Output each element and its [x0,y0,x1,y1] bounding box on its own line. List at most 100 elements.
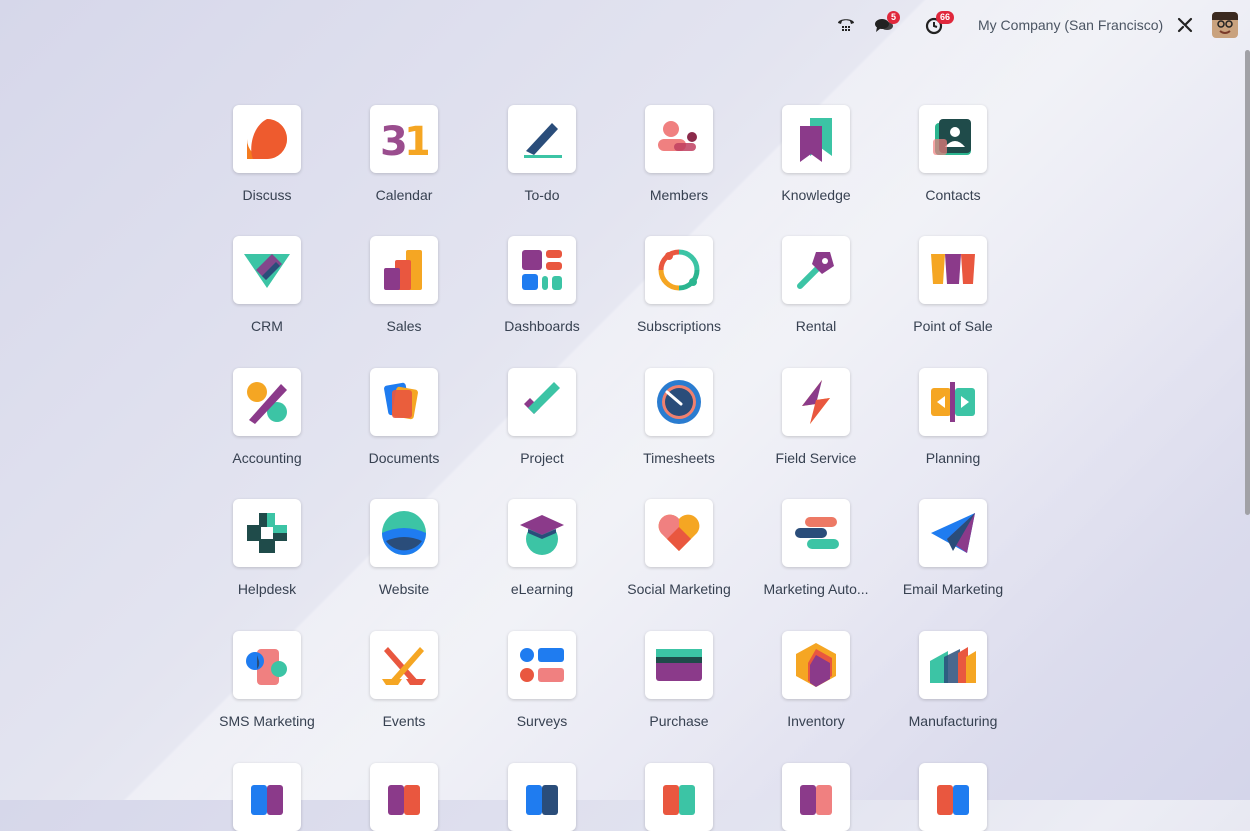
project-icon[interactable] [508,368,576,436]
app-label: Manufacturing [908,713,998,729]
app-label: Purchase [649,713,709,729]
app-label: Inventory [787,713,845,729]
app-tile-partial[interactable] [746,763,886,831]
calendar-icon[interactable]: 31 [370,105,438,173]
app-label: Timesheets [643,450,715,466]
app-label: Dashboards [504,318,580,334]
app-tile-partial[interactable] [334,763,474,831]
app-label: Discuss [242,187,292,203]
app-project[interactable]: Project [472,368,612,466]
app-documents[interactable]: Documents [334,368,474,466]
todo-icon[interactable] [508,105,576,173]
dashboards-icon[interactable] [508,236,576,304]
subscriptions-icon[interactable] [645,236,713,304]
documents-icon[interactable] [370,368,438,436]
rental-icon[interactable] [782,236,850,304]
app-social-marketing[interactable]: Social Marketing [609,499,749,597]
app-planning[interactable]: Planning [883,368,1023,466]
app-discuss[interactable]: Discuss [197,105,337,203]
planning-icon[interactable] [919,368,987,436]
app-label: Contacts [925,187,981,203]
app-tile-partial[interactable] [609,763,749,831]
app-label: Marketing Auto... [763,581,869,597]
app-marketing-automation[interactable]: Marketing Auto... [746,499,886,597]
app-label: Rental [795,318,837,334]
app-accounting[interactable]: Accounting [197,368,337,466]
app-icon-partial[interactable] [508,763,576,831]
elearning-icon[interactable] [508,499,576,567]
app-label: Email Marketing [902,581,1004,597]
app-point-of-sale[interactable]: Point of Sale [883,236,1023,334]
helpdesk-icon[interactable] [233,499,301,567]
app-label: Events [382,713,426,729]
app-label: Field Service [775,450,857,466]
contacts-icon[interactable] [919,105,987,173]
point-of-sale-icon[interactable] [919,236,987,304]
app-inventory[interactable]: Inventory [746,631,886,729]
app-calendar[interactable]: 3 1 Calendar [334,105,474,203]
field-service-icon[interactable] [782,368,850,436]
app-label: SMS Marketing [219,713,315,729]
app-label: Knowledge [781,187,851,203]
marketing-automation-icon[interactable] [782,499,850,567]
app-label: Subscriptions [636,318,722,334]
timesheets-icon[interactable] [645,368,713,436]
app-label: Point of Sale [913,318,993,334]
app-rental[interactable]: Rental [746,236,886,334]
app-label: Members [649,187,709,203]
app-field-service[interactable]: Field Service [746,368,886,466]
app-label: Website [378,581,430,597]
app-icon-partial[interactable] [233,763,301,831]
email-marketing-icon[interactable] [919,499,987,567]
app-timesheets[interactable]: Timesheets [609,368,749,466]
events-icon[interactable] [370,631,438,699]
sms-marketing-icon[interactable] [233,631,301,699]
app-sales[interactable]: Sales [334,236,474,334]
svg-text:1: 1 [404,119,428,161]
app-label: Helpdesk [237,581,297,597]
social-marketing-icon[interactable] [645,499,713,567]
app-icon-partial[interactable] [782,763,850,831]
app-label: Surveys [516,713,568,729]
app-label: Calendar [375,187,433,203]
sales-icon[interactable] [370,236,438,304]
app-contacts[interactable]: Contacts [883,105,1023,203]
app-tile-partial[interactable] [197,763,337,831]
app-subscriptions[interactable]: Subscriptions [609,236,749,334]
app-icon-partial[interactable] [919,763,987,831]
surveys-icon[interactable] [508,631,576,699]
website-icon[interactable] [370,499,438,567]
purchase-icon[interactable] [645,631,713,699]
app-label: Documents [368,450,440,466]
app-label: To-do [524,187,560,203]
manufacturing-icon[interactable] [919,631,987,699]
app-label: eLearning [510,581,574,597]
app-crm[interactable]: CRM [197,236,337,334]
app-dashboards[interactable]: Dashboards [472,236,612,334]
app-label: Planning [925,450,981,466]
app-website[interactable]: Website [334,499,474,597]
app-todo[interactable]: To-do [472,105,612,203]
members-icon[interactable] [645,105,713,173]
app-icon-partial[interactable] [370,763,438,831]
app-members[interactable]: Members [609,105,749,203]
app-sms-marketing[interactable]: SMS Marketing [197,631,337,729]
inventory-icon[interactable] [782,631,850,699]
app-icon-partial[interactable] [645,763,713,831]
crm-icon[interactable] [233,236,301,304]
page-scrollbar[interactable] [1245,50,1250,515]
discuss-icon[interactable] [233,105,301,173]
app-label: Accounting [232,450,302,466]
app-tile-partial[interactable] [472,763,612,831]
app-email-marketing[interactable]: Email Marketing [883,499,1023,597]
app-helpdesk[interactable]: Helpdesk [197,499,337,597]
app-tile-partial[interactable] [883,763,1023,831]
app-purchase[interactable]: Purchase [609,631,749,729]
app-knowledge[interactable]: Knowledge [746,105,886,203]
app-events[interactable]: Events [334,631,474,729]
knowledge-icon[interactable] [782,105,850,173]
app-elearning[interactable]: eLearning [472,499,612,597]
app-surveys[interactable]: Surveys [472,631,612,729]
accounting-icon[interactable] [233,368,301,436]
app-manufacturing[interactable]: Manufacturing [883,631,1023,729]
